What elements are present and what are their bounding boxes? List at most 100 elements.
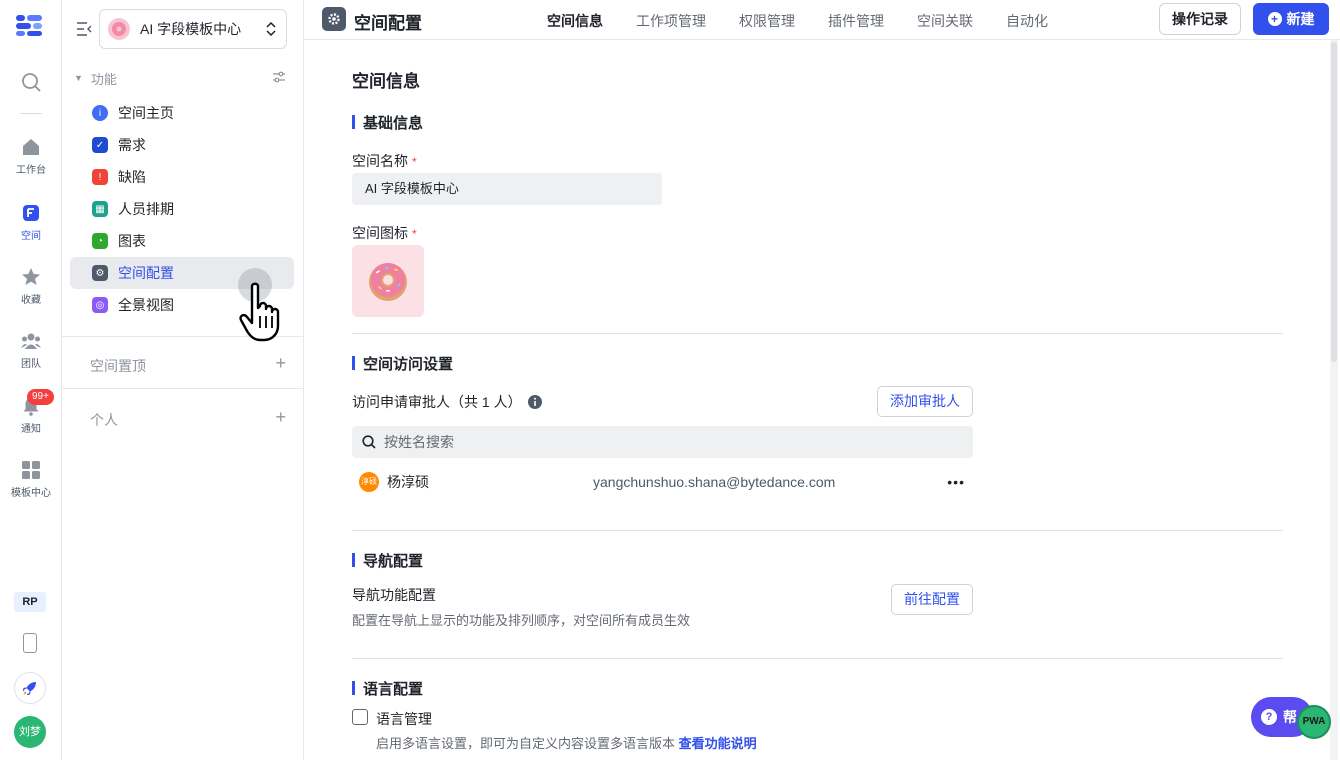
search-icon	[22, 73, 41, 92]
section-divider	[352, 530, 1283, 531]
star-icon	[22, 268, 40, 285]
space-name-field[interactable]: AI 字段模板中心	[352, 173, 662, 205]
space-name-label: 空间名称 *	[352, 151, 417, 171]
top-bar: 空间配置 空间信息 工作项管理 权限管理 插件管理 空间关联 自动化 操作记录 …	[304, 0, 1340, 40]
section-divider	[352, 333, 1283, 334]
rail-label: 通知	[21, 424, 41, 435]
adjust-icon[interactable]	[272, 70, 286, 84]
question-icon: ?	[1261, 709, 1277, 725]
nav-config-label: 导航功能配置	[352, 587, 436, 603]
tab-work-items[interactable]: 工作项管理	[636, 11, 706, 31]
space-icon-picker[interactable]	[352, 245, 424, 317]
function-group-header[interactable]: ▼ 功能	[74, 68, 294, 88]
required-mark: *	[412, 227, 417, 241]
view-doc-link[interactable]: 查看功能说明	[679, 736, 757, 751]
gear-icon: ⚙	[92, 265, 108, 281]
rail-item-template-center[interactable]: 模板中心	[0, 460, 62, 499]
check-circle-icon: ✓	[92, 137, 108, 153]
space-icon-label: 空间图标 *	[352, 223, 417, 243]
sidebar-item-charts[interactable]: ◔ 图表	[70, 225, 294, 257]
new-button[interactable]: + 新建	[1253, 3, 1329, 35]
team-icon	[21, 333, 41, 349]
sidebar-item-label: 缺陷	[118, 169, 146, 185]
app-logo-icon[interactable]	[16, 14, 44, 36]
donut-icon	[108, 18, 130, 40]
approver-search[interactable]	[352, 426, 973, 458]
home-icon	[23, 139, 39, 155]
rocket-icon	[22, 682, 36, 696]
page-title: 空间配置	[354, 14, 422, 33]
group-title: 功能	[90, 71, 117, 87]
scrollbar-thumb[interactable]	[1331, 42, 1337, 362]
required-mark: *	[412, 155, 417, 169]
rail-label: 工作台	[16, 165, 46, 176]
bug-icon: !	[92, 169, 108, 185]
access-heading: 空间访问设置	[352, 353, 453, 374]
nav-config-desc: 配置在导航上显示的功能及排列顺序，对空间所有成员生效	[352, 613, 691, 628]
label-text: 空间图标	[352, 225, 408, 241]
section-divider	[352, 658, 1283, 659]
member-email: yangchunshuo.shana@bytedance.com	[593, 474, 836, 490]
space-sidebar: AI 字段模板中心 ▼ 功能 i 空间主页 ✓ 需求 ! 缺陷 ▦ 人员排期 ◔…	[62, 0, 304, 760]
help-label: 帮	[1283, 709, 1297, 725]
section-label: 空间置顶	[90, 358, 146, 374]
label-text: 访问申请审批人（共 1 人）	[352, 394, 522, 410]
rail-item-favorites[interactable]: 收藏	[0, 267, 62, 306]
sidebar-item-label: 图表	[118, 233, 146, 249]
collapse-sidebar-icon[interactable]	[76, 22, 92, 36]
language-checkbox[interactable]	[352, 709, 368, 725]
section-label: 个人	[90, 412, 118, 428]
config-tabs: 空间信息 工作项管理 权限管理 插件管理 空间关联 自动化	[547, 11, 1081, 31]
section-pinned[interactable]: 空间置顶 +	[90, 354, 286, 376]
rail-label: 模板中心	[11, 488, 51, 499]
mobile-icon[interactable]	[23, 633, 37, 653]
sidebar-item-scheduling[interactable]: ▦ 人员排期	[70, 193, 294, 225]
search-input[interactable]	[384, 434, 944, 450]
operation-log-button[interactable]: 操作记录	[1159, 3, 1241, 35]
sidebar-item-space-home[interactable]: i 空间主页	[70, 97, 294, 129]
more-icon[interactable]: •••	[947, 474, 965, 490]
main-content: 空间信息 基础信息 空间名称 * AI 字段模板中心 空间图标 * 空间访问设置 访…	[304, 41, 1328, 760]
label-text: 空间名称	[352, 153, 408, 169]
section-personal[interactable]: 个人 +	[90, 408, 286, 430]
caret-down-icon: ▼	[74, 73, 83, 83]
user-avatar[interactable]: 刘梦	[14, 716, 46, 748]
rail-item-team[interactable]: 团队	[0, 331, 62, 370]
template-grid-icon	[22, 461, 40, 479]
sidebar-item-requirements[interactable]: ✓ 需求	[70, 129, 294, 161]
tab-plugins[interactable]: 插件管理	[828, 11, 884, 31]
nav-config-heading: 导航配置	[352, 550, 423, 571]
search-icon	[362, 435, 376, 449]
rail-item-space[interactable]: 空间	[0, 203, 62, 242]
scrollbar[interactable]	[1330, 40, 1338, 760]
calendar-icon: ▦	[92, 201, 108, 217]
tab-permissions[interactable]: 权限管理	[739, 11, 795, 31]
rail-item-workbench[interactable]: 工作台	[0, 137, 62, 176]
info-icon[interactable]	[527, 395, 542, 409]
avatar: 淳硕	[359, 472, 379, 492]
workspace-tag[interactable]: RP	[14, 592, 46, 612]
language-checkbox-label[interactable]: 语言管理	[376, 709, 432, 729]
rocket-button[interactable]	[14, 672, 46, 704]
tab-automation[interactable]: 自动化	[1006, 11, 1048, 31]
tab-space-info[interactable]: 空间信息	[547, 11, 603, 31]
space-selector[interactable]: AI 字段模板中心	[99, 9, 287, 49]
plus-icon[interactable]: +	[275, 408, 286, 430]
language-desc: 启用多语言设置，即可为自定义内容设置多语言版本 查看功能说明	[376, 733, 757, 752]
approver-label: 访问申请审批人（共 1 人）	[352, 392, 542, 412]
hand-cursor-icon	[239, 282, 280, 342]
tab-space-links[interactable]: 空间关联	[917, 11, 973, 31]
pwa-badge[interactable]: PWA	[1297, 705, 1331, 739]
add-approver-button[interactable]: 添加审批人	[877, 386, 973, 417]
sidebar-divider	[62, 388, 304, 389]
basic-info-heading: 基础信息	[352, 112, 423, 133]
desc-text: 启用多语言设置，即可为自定义内容设置多语言版本	[376, 736, 676, 751]
panorama-icon: ◎	[92, 297, 108, 313]
rail-label: 空间	[21, 231, 41, 242]
plus-icon[interactable]: +	[275, 354, 286, 376]
sidebar-item-defects[interactable]: ! 缺陷	[70, 161, 294, 193]
go-configure-button[interactable]: 前往配置	[891, 584, 973, 615]
plus-circle-icon: +	[1267, 12, 1282, 26]
chevron-updown-icon	[266, 22, 276, 36]
global-search-button[interactable]	[0, 72, 62, 96]
